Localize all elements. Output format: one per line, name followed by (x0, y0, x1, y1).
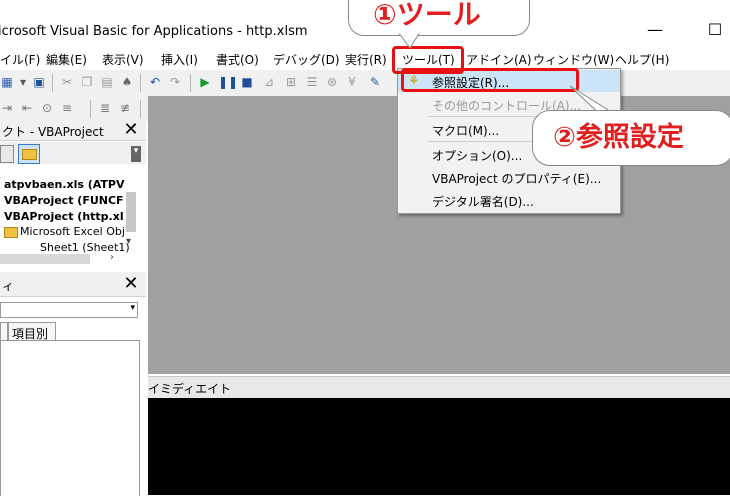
redo-icon[interactable]: ↷ (168, 75, 182, 89)
close-icon[interactable]: ✕ (120, 120, 142, 140)
props-pane-title: ィ (2, 279, 15, 293)
find-icon[interactable]: ♠ (120, 75, 134, 89)
menu-file[interactable]: イル(F) (0, 51, 40, 68)
references-highlight (401, 68, 579, 92)
minimize-button[interactable]: — (640, 20, 670, 42)
outdent-icon[interactable]: ⇤ (20, 101, 34, 115)
tree-item-sheet1[interactable]: Sheet1 (Sheet1) (40, 241, 130, 254)
save-icon[interactable]: ▣ (32, 75, 46, 89)
maximize-button[interactable]: ☐ (700, 20, 730, 42)
window-title: icrosoft Visual Basic for Applications -… (0, 24, 308, 39)
menu-window[interactable]: ウィンドウ(W) (533, 51, 614, 68)
project-pane-title: クト - VBAProject (2, 125, 104, 139)
tab-alphabetic[interactable] (0, 322, 8, 341)
close-icon[interactable]: ✕ (120, 274, 142, 294)
project-pane-header: クト - VBAProject ✕ (0, 120, 146, 141)
menu-item-project-properties-label: VBAProject のプロパティ(E)... (432, 172, 602, 186)
toolbar-separator (140, 100, 141, 118)
props-pane-header: ィ ✕ (0, 272, 146, 297)
run-icon[interactable]: ▶ (198, 75, 212, 89)
list-members-icon[interactable]: ≣ (98, 101, 112, 115)
breakpoint-icon[interactable]: ⊙ (40, 101, 54, 115)
design-mode-icon[interactable]: ⊿ (262, 75, 276, 89)
toolbar-separator (140, 74, 141, 92)
toggle-folders-icon[interactable] (18, 144, 40, 164)
folder-icon (4, 227, 18, 238)
object-selector-dropdown[interactable]: ▾ (0, 302, 138, 318)
reset-icon[interactable]: ■ (240, 75, 254, 89)
immediate-window-header: イミディエイト (148, 376, 730, 399)
project-explorer-pane: クト - VBAProject ✕ ▾ atpvbaen.xls (ATPV V… (0, 120, 146, 270)
tab-categorized[interactable]: 項目別 (8, 322, 56, 341)
scroll-right-icon[interactable]: › (110, 252, 114, 263)
break-icon[interactable]: ❚❚ (218, 75, 238, 89)
toolbox-icon[interactable]: ¥ (345, 75, 359, 89)
cut-icon[interactable]: ✂ (60, 75, 74, 89)
scrollbar-thumb[interactable] (126, 192, 136, 232)
callout-step1-pointer (397, 32, 421, 49)
check-icon[interactable]: ✎ (368, 75, 382, 89)
comment-icon[interactable]: ≡ (60, 101, 74, 115)
immediate-window-body[interactable] (148, 398, 730, 495)
properties-pane: ィ ✕ ▾ 項目別 (0, 272, 146, 496)
menu-addins[interactable]: アドイン(A) (466, 51, 532, 68)
toolbar-separator (190, 74, 191, 92)
quick-info-icon[interactable]: ≢ (118, 101, 132, 115)
callout-step2-text: ②参照設定 (553, 122, 684, 153)
tree-item-excel-objects[interactable]: Microsoft Excel Obj (20, 225, 125, 238)
menu-debug[interactable]: デバッグ(D) (273, 51, 340, 68)
menu-item-macros-label: マクロ(M)... (432, 124, 500, 138)
tree-item-funcres[interactable]: VBAProject (FUNCF (4, 194, 124, 207)
tree-item-atpvbaen[interactable]: atpvbaen.xls (ATPV (4, 178, 125, 191)
indent-icon[interactable]: ⇥ (0, 101, 14, 115)
chevron-down-icon: ▾ (130, 303, 135, 313)
menu-bar: イル(F) 編集(E) 表示(V) 挿入(I) 書式(O) デバッグ(D) 実行… (0, 46, 730, 70)
undo-icon[interactable]: ↶ (148, 75, 162, 89)
folder-icon (22, 149, 37, 160)
view-excel-icon[interactable]: ▦ (0, 75, 14, 89)
menu-edit[interactable]: 編集(E) (46, 51, 87, 68)
menu-view[interactable]: 表示(V) (102, 51, 144, 68)
menu-item-project-properties[interactable]: VBAProject のプロパティ(E)... (398, 166, 620, 188)
menu-run[interactable]: 実行(R) (345, 51, 387, 68)
scroll-down-icon[interactable]: ▾ (126, 236, 131, 247)
view-code-icon[interactable] (0, 145, 14, 163)
toolbar-separator (90, 100, 91, 118)
immediate-window-title: イミディエイト (148, 382, 232, 396)
callout-step2: ②参照設定 (532, 110, 730, 166)
project-explorer-icon[interactable]: ⊞ (284, 75, 298, 89)
menu-help[interactable]: ヘルプ(H) (615, 51, 669, 68)
property-grid[interactable] (0, 340, 140, 496)
tree-item-http[interactable]: VBAProject (http.xl (4, 210, 124, 223)
dropdown-arrow-icon[interactable]: ▾ (16, 75, 30, 89)
horizontal-scrollbar[interactable] (0, 254, 90, 264)
project-pane-toolbar: ▾ (0, 142, 146, 164)
copy-icon[interactable]: ❐ (80, 75, 94, 89)
pane-toolbar-options-icon[interactable]: ▾ (131, 146, 141, 162)
menu-item-digital-signature-label: デジタル署名(D)... (432, 195, 534, 209)
properties-window-icon[interactable]: ☰ (305, 75, 319, 89)
callout-step1: ①ツール (348, 0, 530, 36)
menu-item-options-label: オプション(O)... (432, 149, 523, 163)
menu-insert[interactable]: 挿入(I) (161, 51, 198, 68)
paste-icon[interactable]: ▤ (100, 75, 114, 89)
toolbar-separator (52, 74, 53, 92)
object-browser-icon[interactable]: ⊛ (325, 75, 339, 89)
menu-item-digital-signature[interactable]: デジタル署名(D)... (398, 189, 620, 211)
menu-format[interactable]: 書式(O) (216, 51, 259, 68)
callout-step1-text: ①ツール (373, 0, 481, 31)
